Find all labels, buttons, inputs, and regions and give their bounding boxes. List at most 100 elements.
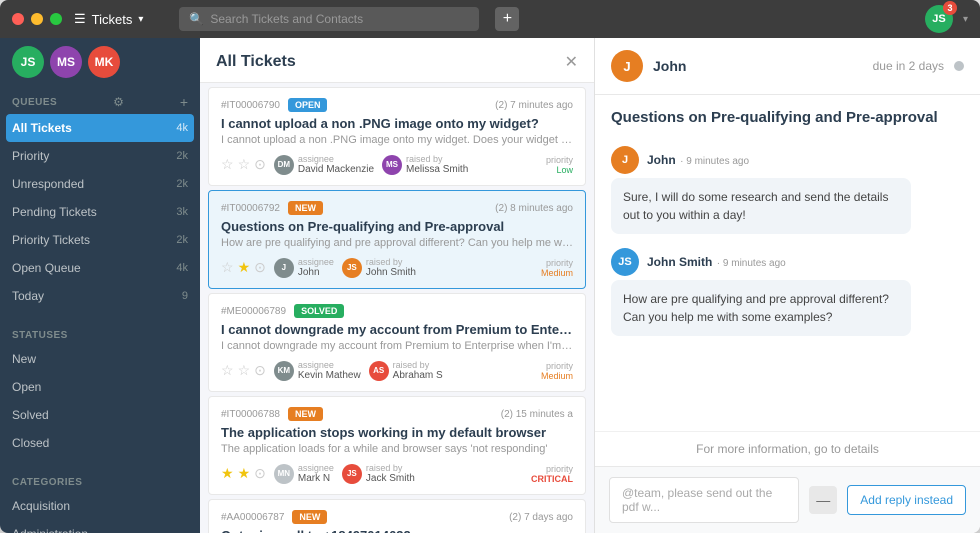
ticket-time: (2) 7 minutes ago	[495, 100, 573, 111]
today-count: 9	[182, 290, 188, 302]
today-label: Today	[12, 289, 44, 303]
priority-label: priority	[541, 258, 573, 268]
star-icon[interactable]: ★	[221, 465, 234, 482]
sidebar-item-unresponded[interactable]: Unresponded 2k	[0, 170, 200, 198]
close-ticket-list-button[interactable]: ✕	[565, 52, 578, 72]
minimize-reply-button[interactable]: —	[809, 486, 837, 514]
unresponded-label: Unresponded	[12, 177, 84, 191]
bookmark-icon[interactable]: ★	[238, 465, 251, 482]
sidebar-item-open[interactable]: Open	[0, 373, 200, 401]
category-administration[interactable]: Administration	[0, 520, 200, 533]
star-icon[interactable]: ☆	[221, 362, 234, 379]
sidebar-item-pending[interactable]: Pending Tickets 3k	[0, 198, 200, 226]
sidebar-users: JS MS MK	[0, 38, 200, 86]
sidebar-item-priority[interactable]: Priority 2k	[0, 142, 200, 170]
bookmark-icon[interactable]: ☆	[238, 156, 251, 173]
reply-input[interactable]: @team, please send out the pdf w...	[609, 477, 799, 523]
sidebar-item-open-queue[interactable]: Open Queue 4k	[0, 254, 200, 282]
assignee-name: David Mackenzie	[298, 164, 374, 175]
star-icon[interactable]: ☆	[221, 156, 234, 173]
bookmark-icon[interactable]: ★	[238, 259, 251, 276]
search-input[interactable]	[210, 12, 469, 26]
unresponded-count: 2k	[176, 178, 188, 190]
table-row[interactable]: #IT00006788 NEW (2) 15 minutes a The app…	[208, 396, 586, 495]
table-row[interactable]: #AA00006787 NEW (2) 7 days ago Outgoing …	[208, 499, 586, 533]
ticket-id: #ME00006789	[221, 306, 286, 317]
priority-value: CRITICAL	[531, 474, 573, 484]
ticket-list-title: All Tickets	[216, 53, 296, 71]
more-icon[interactable]: ⊙	[254, 259, 266, 276]
assignee-avatar: DM	[274, 155, 294, 175]
ticket-list: All Tickets ✕ #IT00006790 OPEN (2) 7 min…	[200, 38, 595, 533]
ticket-item-top: #IT00006790 OPEN (2) 7 minutes ago	[221, 98, 573, 112]
more-icon[interactable]: ⊙	[254, 465, 266, 482]
priority-group: priority Medium	[541, 361, 573, 381]
statuses-section-header: STATUSES	[0, 322, 200, 345]
all-tickets-count: 4k	[176, 122, 188, 134]
user-avatar[interactable]: JS 3	[925, 5, 953, 33]
priority-value: Medium	[541, 268, 573, 278]
table-row[interactable]: #IT00006792 NEW (2) 8 minutes ago Questi…	[208, 190, 586, 289]
categories-section-header: CATEGORIES	[0, 469, 200, 492]
assignee-name: Mark N	[298, 473, 334, 484]
chat-message-meta: J John · 9 minutes ago	[611, 146, 964, 174]
ticket-list-header: All Tickets ✕	[200, 38, 594, 83]
raised-avatar: JS	[342, 464, 362, 484]
categories-label: CATEGORIES	[12, 477, 82, 488]
assignee-info: assignee John	[298, 257, 334, 278]
ticket-title: I cannot upload a non .PNG image onto my…	[221, 116, 573, 131]
raised-avatar: JS	[342, 258, 362, 278]
all-tickets-label: All Tickets	[12, 121, 72, 135]
statuses-label: STATUSES	[12, 330, 68, 341]
ticket-items-container: #IT00006790 OPEN (2) 7 minutes ago I can…	[200, 83, 594, 533]
add-ticket-button[interactable]: +	[495, 7, 519, 31]
raised-group: JS raised by Jack Smith	[342, 463, 415, 484]
raised-info: raised by Abraham S	[393, 360, 443, 381]
priority-label: priority	[541, 361, 573, 371]
chat-avatar: JS	[611, 248, 639, 276]
sidebar-item-priority-tickets[interactable]: Priority Tickets 2k	[0, 226, 200, 254]
chat-message: J John · 9 minutes ago Sure, I will do s…	[611, 146, 964, 234]
search-bar[interactable]: 🔍	[179, 7, 479, 31]
maximize-button[interactable]	[50, 13, 62, 25]
sidebar-item-solved[interactable]: Solved	[0, 401, 200, 429]
priority-group: priority Medium	[541, 258, 573, 278]
detail-avatar: J	[611, 50, 643, 82]
sidebar-item-new[interactable]: New	[0, 345, 200, 373]
more-icon[interactable]: ⊙	[254, 362, 266, 379]
ticket-status-badge: SOLVED	[294, 304, 344, 318]
search-icon: 🔍	[189, 12, 204, 26]
bookmark-icon[interactable]: ☆	[238, 362, 251, 379]
add-reply-button[interactable]: Add reply instead	[847, 485, 966, 515]
detail-header: J John due in 2 days	[595, 38, 980, 95]
ticket-meta: ☆ ☆ ⊙ KM assignee Kevin Mathew	[221, 360, 573, 381]
sidebar-item-all-tickets[interactable]: All Tickets 4k	[6, 114, 194, 142]
star-icon[interactable]: ☆	[221, 259, 234, 276]
queues-settings-icon[interactable]: ⚙	[113, 95, 124, 109]
ticket-title: The application stops working in my defa…	[221, 425, 573, 440]
ticket-preview: I cannot upload a non .PNG image onto my…	[221, 134, 573, 146]
sidebar-item-closed[interactable]: Closed	[0, 429, 200, 457]
assignee-avatar: KM	[274, 361, 294, 381]
queues-add-icon[interactable]: +	[180, 94, 188, 110]
table-row[interactable]: #ME00006789 SOLVED I cannot downgrade my…	[208, 293, 586, 392]
sidebar-item-today[interactable]: Today 9	[0, 282, 200, 310]
table-row[interactable]: #IT00006790 OPEN (2) 7 minutes ago I can…	[208, 87, 586, 186]
close-button[interactable]	[12, 13, 24, 25]
chat-message-meta: JS John Smith · 9 minutes ago	[611, 248, 964, 276]
detail-panel: J John due in 2 days Questions on Pre-qu…	[595, 38, 980, 533]
raised-avatar: AS	[369, 361, 389, 381]
sidebar: JS MS MK QUEUES ⚙ + All Tickets 4k Prior…	[0, 38, 200, 533]
chat-message: JS John Smith · 9 minutes ago How are pr…	[611, 248, 964, 336]
ticket-title: Questions on Pre-qualifying and Pre-appr…	[221, 219, 573, 234]
ticket-id: #IT00006792	[221, 203, 280, 214]
titlebar-content: ☰ Tickets ▾ 🔍 + JS 3 ▾	[74, 5, 968, 33]
more-icon[interactable]: ⊙	[254, 156, 266, 173]
category-acquisition[interactable]: Acquisition	[0, 492, 200, 520]
chevron-down-icon[interactable]: ▾	[963, 14, 968, 25]
dropdown-icon[interactable]: ▾	[138, 14, 143, 25]
app-title: ☰ Tickets ▾	[74, 11, 143, 27]
goto-details-text[interactable]: For more information, go to details	[696, 442, 879, 456]
app-window: ☰ Tickets ▾ 🔍 + JS 3 ▾ JS	[0, 0, 980, 533]
minimize-button[interactable]	[31, 13, 43, 25]
